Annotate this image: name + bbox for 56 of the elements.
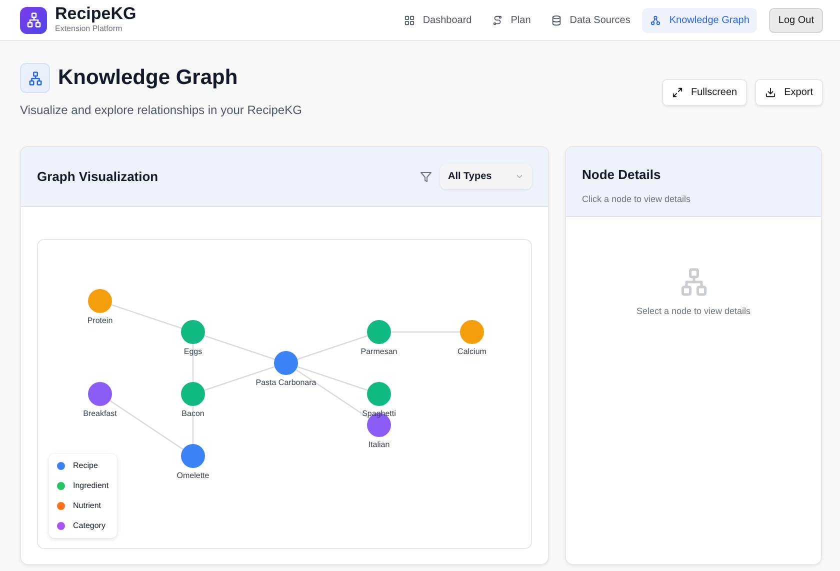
graph-node[interactable] <box>181 320 205 344</box>
node-label: Breakfast <box>83 409 117 418</box>
graph-node[interactable] <box>460 320 484 344</box>
logout-button[interactable]: Log Out <box>769 8 823 32</box>
type-dropdown[interactable]: All Types <box>440 164 532 189</box>
edge-line <box>204 366 275 391</box>
expand-icon <box>672 87 683 98</box>
node-label: Bacon <box>182 409 204 418</box>
graph-icon <box>650 14 662 26</box>
empty-message: Select a node to view details <box>636 305 751 318</box>
route-icon <box>492 14 503 26</box>
nav-tab[interactable]: Knowledge Graph <box>642 8 758 32</box>
export-button[interactable]: Export <box>755 79 823 106</box>
node-label: Italian <box>368 440 390 449</box>
edge-line <box>391 331 460 333</box>
node-label: Parmesan <box>360 347 398 356</box>
graph-node[interactable] <box>181 444 205 468</box>
graph-node[interactable] <box>181 382 205 406</box>
nav-tab[interactable]: Data Sources <box>542 8 638 32</box>
fullscreen-button[interactable]: Fullscreen <box>662 79 748 106</box>
card-title: Node Details <box>582 166 662 184</box>
hierarchy-icon <box>678 267 708 297</box>
graph-node[interactable] <box>88 382 112 406</box>
grid-icon <box>404 14 415 26</box>
logo-icon <box>20 6 47 34</box>
edge-line <box>192 406 194 444</box>
legend-label: Nutrient <box>73 500 102 512</box>
node-label: Protein <box>87 316 113 325</box>
node-label: Omelette <box>176 471 210 480</box>
chevron-down-icon <box>515 172 524 181</box>
nav-tab[interactable]: Dashboard <box>396 8 480 32</box>
graph-node[interactable] <box>367 382 391 406</box>
card-subtitle: Click a node to view details <box>582 192 692 206</box>
nav-tab[interactable]: Plan <box>484 8 539 32</box>
database-icon <box>550 14 562 26</box>
brand-subtitle: Extension Platform <box>55 23 124 36</box>
graph-icon <box>20 63 50 93</box>
filter-icon <box>420 170 432 182</box>
node-label: Eggs <box>184 347 202 356</box>
node-label: Calcium <box>458 347 486 356</box>
download-icon <box>765 87 776 98</box>
legend-label: Ingredient <box>73 480 109 492</box>
legend-label: Recipe <box>73 460 98 472</box>
page-title: Knowledge Graph <box>58 65 238 91</box>
graph-node[interactable] <box>88 289 112 313</box>
node-label: Spaghetti <box>362 409 396 418</box>
edge-line <box>111 304 182 329</box>
edge-line <box>192 344 194 382</box>
brand-name: RecipeKG <box>55 4 136 24</box>
graph-node[interactable] <box>274 351 298 375</box>
node-label: Pasta Carbonara <box>256 378 316 387</box>
legend-label: Category <box>73 520 106 532</box>
graph-node[interactable] <box>367 320 391 344</box>
card-title: Graph Visualization <box>37 168 158 186</box>
edge-line <box>204 335 275 360</box>
page-subtitle: Visualize and explore relationships in your RecipeKG <box>20 102 302 119</box>
